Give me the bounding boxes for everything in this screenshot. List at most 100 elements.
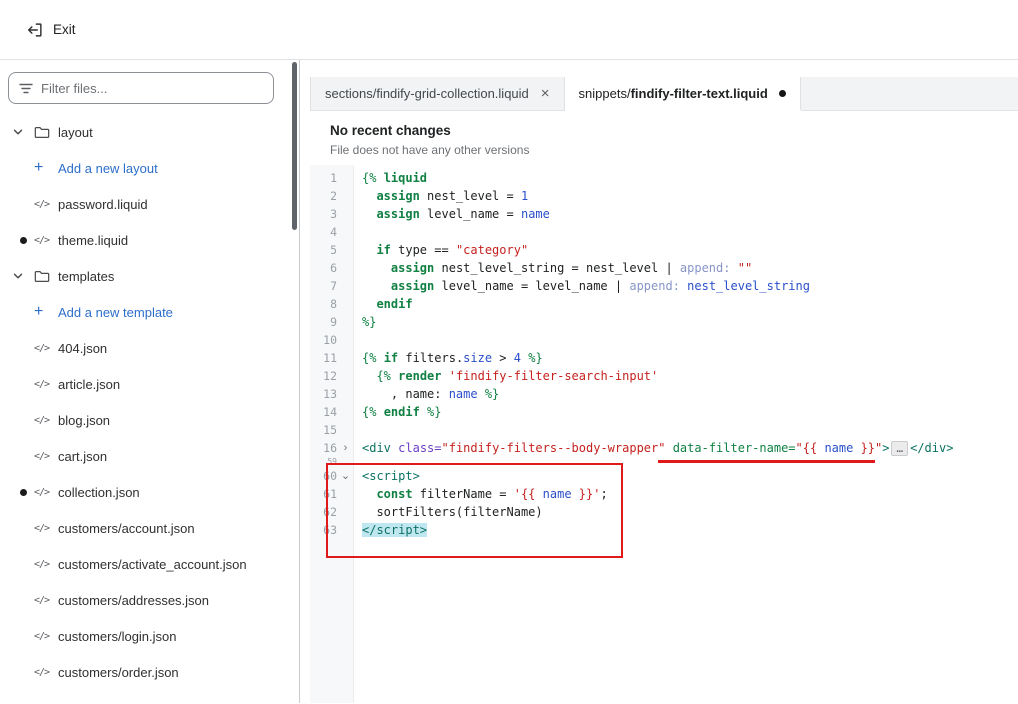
plus-icon: + <box>34 159 44 176</box>
code-line: 14 {% endif %} <box>310 403 1018 421</box>
tree-item-label: theme.liquid <box>58 232 129 248</box>
code-token: liquid <box>383 171 428 185</box>
exit-button[interactable]: Exit <box>20 17 82 43</box>
line-number: 62 <box>323 505 337 519</box>
tab-path-prefix: snippets/ <box>578 86 631 101</box>
code-line-text[interactable]: </script> <box>354 521 1018 539</box>
code-line-text[interactable]: {% endif %} <box>354 403 1018 421</box>
code-line-text[interactable]: <div class="findify-filters--body-wrappe… <box>354 439 1018 457</box>
code-file-icon: </> <box>34 198 50 210</box>
chevron-down-icon[interactable] <box>12 126 34 138</box>
file-row-customers/login.json[interactable]: </> customers/login.json <box>0 618 299 654</box>
file-row-article.json[interactable]: </> article.json <box>0 366 299 402</box>
folder-row-templates[interactable]: templates <box>0 258 299 294</box>
tree-item-label: cart.json <box>58 448 108 464</box>
chevron-down-icon[interactable] <box>12 270 34 282</box>
code-line: 59 <box>310 457 1018 467</box>
code-line-text[interactable]: assign nest_level = 1 <box>354 187 1018 205</box>
code-line: 63 </script> <box>310 521 1018 539</box>
file-row-blog.json[interactable]: </> blog.json <box>0 402 299 438</box>
code-line-text[interactable]: {% render 'findify-filter-search-input' <box>354 367 1018 385</box>
file-row-collection.json[interactable]: </> collection.json <box>0 474 299 510</box>
code-line-text[interactable]: sortFilters(filterName) <box>354 503 1018 521</box>
code-token: endif <box>376 297 413 311</box>
code-token: '{{ <box>513 487 543 501</box>
filter-files-input[interactable] <box>8 72 274 104</box>
code-line-text[interactable] <box>354 421 1018 439</box>
code-file-icon: </> <box>34 666 50 678</box>
tab-findify-grid-collection.liquid[interactable]: sections/findify-grid-collection.liquid × <box>310 77 565 110</box>
status-title: No recent changes <box>330 123 451 138</box>
modified-dot <box>20 488 27 496</box>
code-file-icon: </> <box>34 558 50 570</box>
code-line: 10 <box>310 331 1018 349</box>
code-line-text[interactable]: <script> <box>354 467 1018 485</box>
code-token: <script> <box>362 469 420 483</box>
fold-toggle-icon[interactable]: › <box>337 439 354 457</box>
line-number: 1 <box>330 171 337 185</box>
code-token: }}" <box>853 441 883 455</box>
code-line-text[interactable] <box>354 331 1018 349</box>
line-number: 7 <box>330 279 337 293</box>
code-token: {% <box>362 405 384 419</box>
code-file-icon: </> <box>34 486 50 498</box>
code-line-text[interactable]: endif <box>354 295 1018 313</box>
file-row-cart.json[interactable]: </> cart.json <box>0 438 299 474</box>
file-row-customers/account.json[interactable]: </> customers/account.json <box>0 510 299 546</box>
code-line: 5 if type == "category" <box>310 241 1018 259</box>
line-number: 3 <box>330 207 337 221</box>
code-line-text[interactable]: if type == "category" <box>354 241 1018 259</box>
tree-item-label: 404.json <box>58 340 108 356</box>
fold-gutter <box>337 331 354 349</box>
line-number: 5 <box>330 243 337 257</box>
file-row-customers/order.json[interactable]: </> customers/order.json <box>0 654 299 690</box>
file-row-password.liquid[interactable]: </> password.liquid <box>0 186 299 222</box>
code-line-text[interactable] <box>354 223 1018 241</box>
code-line-text[interactable]: assign nest_level_string = nest_level | … <box>354 259 1018 277</box>
sidebar-scrollbar-thumb[interactable] <box>292 62 297 230</box>
add-new-link[interactable]: + Add a new template <box>0 294 299 330</box>
file-row-theme.liquid[interactable]: </> theme.liquid <box>0 222 299 258</box>
folder-icon <box>34 270 58 283</box>
file-row-customers/activate_account.json[interactable]: </> customers/activate_account.json <box>0 546 299 582</box>
code-token: if <box>376 243 391 257</box>
code-token: size <box>463 351 493 365</box>
fold-gutter <box>337 205 354 223</box>
code-line-text[interactable]: assign level_name = name <box>354 205 1018 223</box>
code-token: name <box>448 387 478 401</box>
tab-findify-filter-text.liquid[interactable]: snippets/findify-filter-text.liquid <box>564 77 801 110</box>
code-file-icon: </> <box>34 234 50 246</box>
file-row-customers/addresses.json[interactable]: </> customers/addresses.json <box>0 582 299 618</box>
code-line: 9%} <box>310 313 1018 331</box>
code-line-text[interactable]: assign level_name = level_name | append:… <box>354 277 1018 295</box>
code-token: level_name = <box>419 207 521 221</box>
close-tab-icon[interactable]: × <box>541 86 550 101</box>
code-file-icon: </> <box>34 450 50 462</box>
code-line-text[interactable]: {% if filters.size > 4 %} <box>354 349 1018 367</box>
code-line-text[interactable]: const filterName = '{{ name }}'; <box>354 485 1018 503</box>
code-token: data-filter-name= <box>672 441 796 455</box>
code-line-text[interactable]: {% liquid <box>354 169 1018 187</box>
add-new-link[interactable]: + Add a new layout <box>0 150 299 186</box>
tree-item-label: article.json <box>58 376 121 392</box>
tree-item-label: customers/login.json <box>58 628 177 644</box>
code-line-text[interactable]: , name: name %} <box>354 385 1018 403</box>
code-file-icon: </> <box>34 414 50 426</box>
file-row-404.json[interactable]: </> 404.json <box>0 330 299 366</box>
code-line: 8 endif <box>310 295 1018 313</box>
code-token: const <box>376 487 413 501</box>
folder-row-layout[interactable]: layout <box>0 114 299 150</box>
fold-toggle-icon[interactable]: ⌄ <box>337 467 354 485</box>
code-token: {% <box>362 351 384 365</box>
code-token: > <box>492 351 514 365</box>
code-line: 2 assign nest_level = 1 <box>310 187 1018 205</box>
code-line-text[interactable]: %} <box>354 313 1018 331</box>
fold-gutter <box>337 259 354 277</box>
code-token: {% <box>376 369 399 383</box>
code-line-text[interactable] <box>354 457 1018 467</box>
